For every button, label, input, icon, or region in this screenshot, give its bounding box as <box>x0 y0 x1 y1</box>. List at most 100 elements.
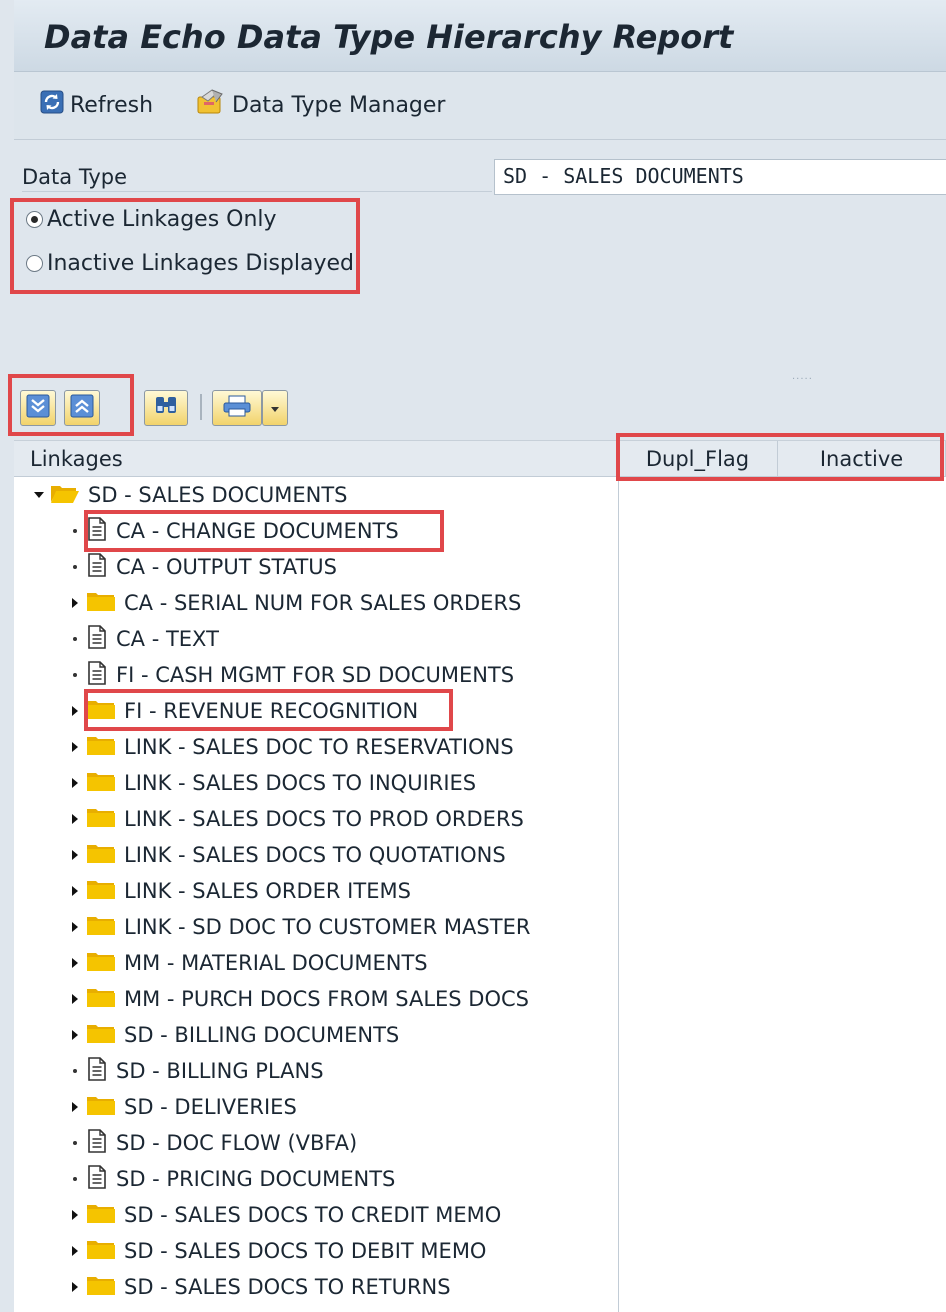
folder-icon <box>86 842 116 869</box>
document-icon <box>86 1056 108 1086</box>
folder-icon <box>86 986 116 1013</box>
expand-triangle-icon[interactable] <box>68 1208 82 1222</box>
column-header-dupl-flag[interactable]: Dupl_Flag <box>618 441 778 477</box>
tree-node-label: SD - BILLING DOCUMENTS <box>124 1023 400 1047</box>
tree-node-label: SD - SALES DOCS TO CREDIT MEMO <box>124 1203 502 1227</box>
tree-node[interactable]: LINK - SALES DOCS TO INQUIRIES <box>68 766 476 800</box>
radio-checked-icon[interactable] <box>26 211 43 228</box>
collapse-triangle-icon[interactable] <box>32 488 46 502</box>
document-icon <box>86 1128 108 1158</box>
tree-node[interactable]: SD - DOC FLOW (VBFA) <box>68 1126 357 1160</box>
tree-node-label: LINK - SALES DOCS TO INQUIRIES <box>124 771 477 795</box>
radio-active-label: Active Linkages Only <box>47 207 277 232</box>
document-icon <box>86 1164 108 1194</box>
tree-node-root[interactable]: SD - SALES DOCUMENTS <box>32 478 347 512</box>
folder-icon <box>86 590 116 617</box>
tree-toolbar <box>14 382 946 438</box>
tree-node-label: CA - CHANGE DOCUMENTS <box>116 519 399 543</box>
column-header-inactive[interactable]: Inactive <box>778 441 946 477</box>
folder-icon <box>86 698 116 725</box>
collapse-all-icon <box>70 394 94 422</box>
page-title: Data Echo Data Type Hierarchy Report <box>44 18 734 56</box>
leaf-bullet-icon <box>68 1172 82 1186</box>
tree-node[interactable]: FI - CASH MGMT FOR SD DOCUMENTS <box>68 658 514 692</box>
document-icon <box>86 552 108 582</box>
expand-all-icon <box>26 394 50 422</box>
radio-unchecked-icon[interactable] <box>26 255 43 272</box>
expand-triangle-icon[interactable] <box>68 992 82 1006</box>
tree-node-label: SD - DELIVERIES <box>124 1095 297 1119</box>
leaf-bullet-icon <box>68 1064 82 1078</box>
folder-icon <box>86 770 116 797</box>
find-icon <box>153 394 179 422</box>
tree-node[interactable]: LINK - SALES ORDER ITEMS <box>68 874 411 908</box>
leaf-bullet-icon <box>68 668 82 682</box>
tree-node[interactable]: LINK - SALES DOCS TO QUOTATIONS <box>68 838 506 872</box>
data-type-manager-label: Data Type Manager <box>232 92 446 118</box>
tree-node[interactable]: MM - PURCH DOCS FROM SALES DOCS <box>68 982 529 1016</box>
tree-node-label: CA - TEXT <box>116 627 219 651</box>
expand-triangle-icon[interactable] <box>68 848 82 862</box>
tree-node[interactable]: LINK - SALES DOC TO RESERVATIONS <box>68 730 514 764</box>
expand-all-button[interactable] <box>20 390 56 426</box>
tree-node[interactable]: SD - BILLING DOCUMENTS <box>68 1018 399 1052</box>
expand-triangle-icon[interactable] <box>68 884 82 898</box>
radio-active-linkages[interactable]: Active Linkages Only <box>26 207 277 232</box>
print-dropdown-button[interactable] <box>262 390 288 426</box>
refresh-icon <box>38 88 66 122</box>
leaf-bullet-icon <box>68 524 82 538</box>
expand-triangle-icon[interactable] <box>68 740 82 754</box>
tree-node[interactable]: SD - SALES DOCS TO DEBIT MEMO <box>68 1234 486 1268</box>
folder-open-icon <box>50 482 80 509</box>
tree-node[interactable]: SD - BILLING PLANS <box>68 1054 324 1088</box>
expand-triangle-icon[interactable] <box>68 704 82 718</box>
tree-node-label: LINK - SD DOC TO CUSTOMER MASTER <box>124 915 531 939</box>
tree-node[interactable]: SD - SALES DOCS TO CREDIT MEMO <box>68 1198 501 1232</box>
tree-node[interactable]: CA - CHANGE DOCUMENTS <box>68 514 399 548</box>
tree-node[interactable]: CA - SERIAL NUM FOR SALES ORDERS <box>68 586 521 620</box>
print-button[interactable] <box>212 390 262 426</box>
data-type-manager-button[interactable]: Data Type Manager <box>194 89 446 120</box>
tree-node[interactable]: SD - PRICING DOCUMENTS <box>68 1162 395 1196</box>
data-type-input[interactable]: SD - SALES DOCUMENTS <box>494 159 946 195</box>
leaf-bullet-icon <box>68 1136 82 1150</box>
tree-node-label: CA - OUTPUT STATUS <box>116 555 338 579</box>
tree-node[interactable]: SD - SALES DOCS TO RETURNS <box>68 1270 451 1304</box>
expand-triangle-icon[interactable] <box>68 1280 82 1294</box>
folder-icon <box>86 1022 116 1049</box>
document-icon <box>86 660 108 690</box>
tree-node[interactable]: SD - DELIVERIES <box>68 1090 297 1124</box>
expand-triangle-icon[interactable] <box>68 812 82 826</box>
folder-icon <box>86 1274 116 1301</box>
expand-triangle-icon[interactable] <box>68 1100 82 1114</box>
tree-node-label: SD - DOC FLOW (VBFA) <box>116 1131 358 1155</box>
tree-node[interactable]: FI - REVENUE RECOGNITION <box>68 694 418 728</box>
expand-triangle-icon[interactable] <box>68 596 82 610</box>
expand-triangle-icon[interactable] <box>68 956 82 970</box>
tree-node-label: SD - BILLING PLANS <box>116 1059 324 1083</box>
leaf-bullet-icon <box>68 560 82 574</box>
radio-inactive-linkages[interactable]: Inactive Linkages Displayed <box>26 251 354 276</box>
collapse-all-button[interactable] <box>64 390 100 426</box>
print-icon <box>222 394 252 422</box>
expand-triangle-icon[interactable] <box>68 776 82 790</box>
tree-node[interactable]: CA - OUTPUT STATUS <box>68 550 337 584</box>
tree-node-label: LINK - SALES DOC TO RESERVATIONS <box>124 735 514 759</box>
expand-triangle-icon[interactable] <box>68 1244 82 1258</box>
tree-node[interactable]: LINK - SD DOC TO CUSTOMER MASTER <box>68 910 530 944</box>
find-button[interactable] <box>144 390 188 426</box>
linkage-tree: Linkages Dupl_Flag Inactive SD - SALES D… <box>14 440 946 1312</box>
tree-node-label: FI - CASH MGMT FOR SD DOCUMENTS <box>116 663 515 687</box>
column-header-linkages[interactable]: Linkages <box>14 441 618 477</box>
expand-triangle-icon[interactable] <box>68 1028 82 1042</box>
tree-node-label: LINK - SALES ORDER ITEMS <box>124 879 411 903</box>
tree-node[interactable]: CA - TEXT <box>68 622 219 656</box>
tree-node[interactable]: MM - MATERIAL DOCUMENTS <box>68 946 428 980</box>
application-toolbar: Refresh Data Type Manager <box>14 72 946 140</box>
refresh-button[interactable]: Refresh <box>38 90 153 120</box>
expand-triangle-icon[interactable] <box>68 920 82 934</box>
folder-icon <box>86 1238 116 1265</box>
tree-node[interactable]: LINK - SALES DOCS TO PROD ORDERS <box>68 802 524 836</box>
dropdown-icon <box>270 399 280 418</box>
tree-node-label: LINK - SALES DOCS TO PROD ORDERS <box>124 807 524 831</box>
